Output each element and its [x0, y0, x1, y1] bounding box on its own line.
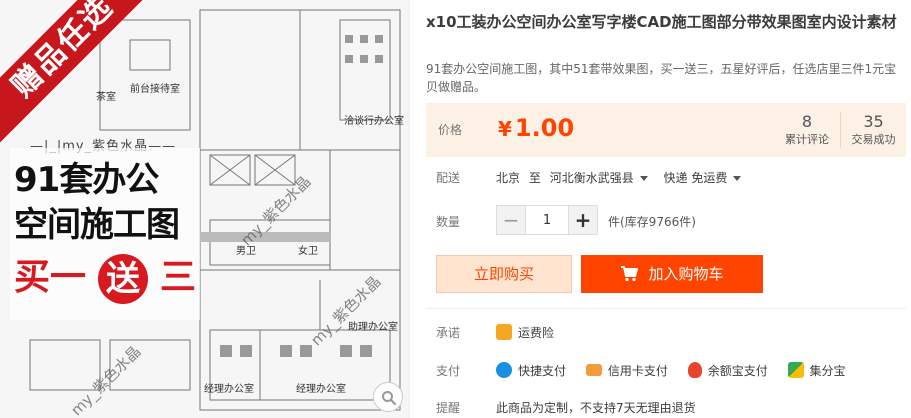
increase-button[interactable]: +	[568, 205, 598, 235]
quick-pay-icon	[496, 362, 512, 378]
buy-now-button[interactable]: 立即购买	[436, 255, 572, 293]
magnifier-icon[interactable]	[373, 382, 403, 412]
product-subtitle: 91套办公空间施工图，其中51套带效果图，买一送三，五星好评后，任选店里三件1元…	[426, 62, 897, 94]
poster-buy: 买一	[14, 257, 87, 298]
payment-label: 支付	[436, 364, 461, 378]
add-to-cart-label: 加入购物车	[648, 265, 724, 283]
poster-headline: 空间施工图	[14, 205, 180, 245]
freight-insurance[interactable]: 运费险	[496, 324, 554, 341]
credit-card-icon	[585, 364, 602, 376]
payment-yuebao[interactable]: 余额宝支付	[687, 362, 768, 379]
promise-row: 运费险	[496, 324, 570, 341]
room-label: 经理办公室	[204, 384, 254, 395]
product-title: x10工装办公空间办公室写字楼CAD施工图部分带效果图室内设计素材	[426, 13, 897, 31]
shipping-value: 快递 免运费	[663, 171, 728, 185]
deals-label: 交易成功	[851, 133, 896, 146]
promo-poster: 91套办公 空间施工图 买一 送 三	[10, 148, 200, 320]
room-label: 前台接待室	[130, 84, 180, 95]
deals-stat: 35 交易成功	[840, 112, 906, 148]
decrease-button[interactable]: −	[496, 205, 526, 235]
price-amount: 1.00	[514, 114, 575, 142]
quantity-label: 数量	[436, 215, 461, 229]
poster-headline: 91套办公	[14, 160, 159, 200]
stock-info: 件(库存9766件)	[608, 215, 696, 229]
payment-jifenbao-label: 集分宝	[809, 364, 846, 378]
add-to-cart-button[interactable]: 加入购物车	[581, 255, 763, 293]
room-label: 茶室	[96, 92, 116, 103]
shipping-select[interactable]: 快递 免运费	[664, 171, 754, 185]
delivery-label: 配送	[436, 171, 461, 185]
poster-buy-one-get-three: 买一 送 三	[14, 254, 200, 304]
cart-icon	[621, 266, 639, 282]
freight-insurance-label: 运费险	[518, 326, 555, 340]
product-image[interactable]: 茶室 前台接待室 洽谈行办公室 男卫 女卫 助理办公室 经理办公室 经理办公室 …	[0, 0, 410, 418]
reviews-label: 累计评论	[785, 133, 829, 146]
payment-row: 快捷支付 信用卡支付 余额宝支付 集分宝	[496, 362, 862, 379]
jifenbao-icon	[787, 362, 804, 378]
destination-value: 河北衡水武强县	[549, 171, 634, 185]
payment-jifenbao[interactable]: 集分宝	[787, 362, 846, 379]
quantity-input[interactable]	[525, 205, 569, 235]
yuebao-icon	[687, 362, 702, 378]
room-label: 助理办公室	[348, 322, 398, 333]
poster-three: 三	[160, 257, 197, 298]
payment-credit-card[interactable]: 信用卡支付	[585, 362, 668, 379]
product-detail-panel: x10工装办公空间办公室写字楼CAD施工图部分带效果图室内设计素材 91套办公空…	[424, 0, 911, 418]
freight-insurance-icon	[496, 324, 512, 340]
promise-label: 承诺	[436, 326, 461, 340]
quantity-stepper: − +	[496, 205, 598, 235]
reviews-stat[interactable]: 8 累计评论	[774, 112, 840, 148]
price-box: 价格 ¥1.00 8 累计评论 35 交易成功	[426, 103, 906, 157]
divider	[426, 308, 906, 309]
delivery-row: 北京 至 河北衡水武强县 快递 免运费	[496, 169, 753, 186]
chevron-down-icon	[733, 175, 742, 181]
chevron-down-icon	[639, 175, 648, 181]
poster-send: 送	[98, 254, 148, 304]
currency-symbol: ¥	[498, 117, 512, 141]
room-label: 洽谈行办公室	[344, 116, 404, 127]
price-value: ¥1.00	[498, 114, 574, 142]
notice-text: 此商品为定制，不支持7天无理由退货	[496, 401, 696, 415]
deals-count: 35	[863, 112, 884, 131]
room-label: 经理办公室	[296, 384, 346, 395]
price-label: 价格	[438, 123, 463, 137]
payment-quick[interactable]: 快捷支付	[496, 362, 566, 379]
room-label: 女卫	[298, 246, 318, 257]
payment-quick-label: 快捷支付	[518, 364, 567, 378]
ship-to-word: 至	[528, 171, 541, 185]
payment-yuebao-label: 余额宝支付	[707, 364, 768, 378]
notice-label: 提醒	[436, 401, 461, 415]
ship-from: 北京	[496, 171, 521, 185]
reviews-count: 8	[801, 112, 813, 131]
payment-credit-card-label: 信用卡支付	[607, 364, 668, 378]
destination-select[interactable]: 河北衡水武强县	[550, 171, 660, 185]
